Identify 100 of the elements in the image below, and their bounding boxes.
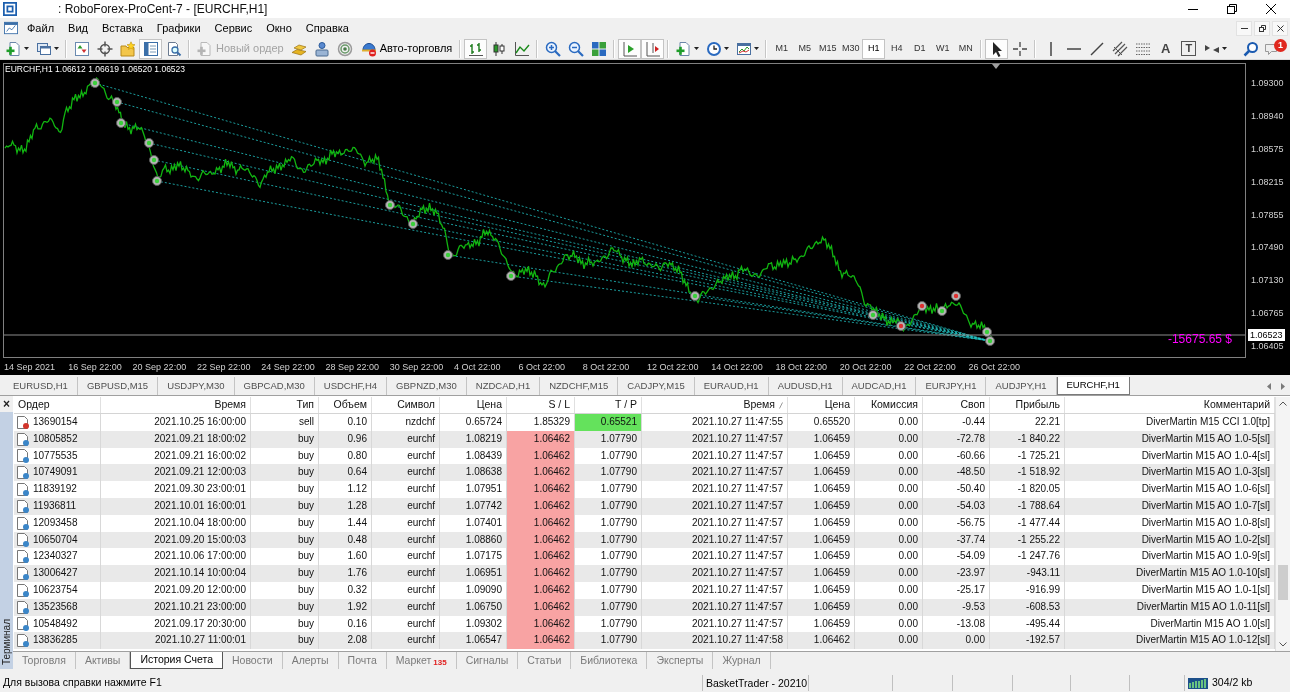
- table-cell-text: 10749091: [33, 465, 78, 480]
- chart-tab[interactable]: EURCHF,H1: [1056, 377, 1130, 395]
- column-header[interactable]: Цена: [788, 397, 855, 413]
- caret-down-icon[interactable]: [1279, 642, 1287, 647]
- time-axis-label: 22 Sep 22:00: [196, 362, 251, 373]
- price-axis-label: 1.06765: [1251, 308, 1284, 319]
- time-axis-label: 20 Oct 22:00: [839, 362, 892, 373]
- price-axis-label: 1.07855: [1251, 209, 1284, 220]
- timeframe-button[interactable]: D1: [908, 38, 932, 59]
- timeframe-button[interactable]: M5: [793, 38, 817, 59]
- table-cell-text: 11936811: [33, 499, 76, 513]
- stacked-windows-icon: [35, 40, 52, 57]
- table-cell: 2.08: [319, 632, 372, 650]
- menu-item[interactable]: Файл: [20, 18, 62, 38]
- table-cell: buy: [251, 514, 319, 532]
- chart-arrow-icon: [621, 40, 638, 57]
- table-cell: 1.06462: [507, 632, 575, 650]
- column-header[interactable]: Комиссия: [855, 397, 923, 413]
- column-header[interactable]: Символ: [372, 397, 440, 413]
- column-header[interactable]: Время: [101, 397, 251, 413]
- column-header[interactable]: Прибыль: [990, 397, 1065, 413]
- table-cell: 1.07790: [575, 598, 642, 616]
- tile-windows-icon: [590, 40, 607, 57]
- mdi-close-button[interactable]: [1272, 20, 1288, 36]
- menu-item[interactable]: Вставка: [94, 18, 150, 38]
- table-cell: 1.07790: [575, 430, 642, 448]
- table-cell-text: 13690154: [33, 415, 78, 429]
- timeframe-button[interactable]: M1: [770, 38, 794, 59]
- shift-marker-icon: [992, 64, 1000, 69]
- table-cell: 0.00: [855, 414, 923, 431]
- menu-item[interactable]: Окно: [259, 18, 299, 38]
- terminal-tab[interactable]: История Счета: [130, 652, 223, 669]
- table-cell: 1.28: [319, 498, 372, 515]
- text-tool-button[interactable]: A: [1154, 38, 1178, 59]
- timeframe-button[interactable]: MN: [954, 38, 978, 59]
- timeframe-button[interactable]: H1: [862, 38, 886, 59]
- table-cell: -916.99: [990, 581, 1065, 599]
- notifications-button[interactable]: 1: [1264, 38, 1287, 59]
- scroll-left-icon[interactable]: [1267, 382, 1271, 390]
- timeframe-button[interactable]: H4: [885, 38, 909, 59]
- close-button[interactable]: ×: [0, 396, 13, 412]
- table-cell: eurchf: [372, 581, 440, 599]
- time-axis-label: 18 Oct 22:00: [775, 362, 828, 373]
- table-cell: 2021.10.27 11:47:57: [642, 581, 788, 599]
- text-label-button[interactable]: T: [1181, 41, 1197, 56]
- menu-item[interactable]: Сервис: [207, 18, 260, 38]
- document-magnifier-icon: [165, 40, 182, 57]
- table-cell: -50.40: [923, 481, 990, 498]
- scroll-thumb[interactable]: [1278, 565, 1288, 600]
- menu-item[interactable]: Графики: [149, 18, 208, 38]
- table-cell-text: 10805852: [33, 431, 78, 446]
- column-header[interactable]: Время: [642, 397, 788, 413]
- toolbar-button[interactable]: [985, 38, 1009, 59]
- column-header[interactable]: Цена: [440, 397, 507, 413]
- table-cell: 2021.10.01 16:00:01: [101, 498, 251, 515]
- timeframe-button[interactable]: M30: [839, 38, 863, 59]
- window-icon: [4, 21, 18, 35]
- timeframe-button[interactable]: W1: [931, 38, 955, 59]
- price-axis-label: 1.08215: [1251, 176, 1284, 187]
- chart-shift-icon: [644, 40, 661, 57]
- table-cell: 0.00: [923, 632, 990, 650]
- table-cell: 2021.10.21 23:00:00: [101, 598, 251, 616]
- close-icon: [1265, 4, 1276, 14]
- time-axis-label: 20 Sep 22:00: [132, 362, 187, 373]
- column-header[interactable]: Объем: [319, 397, 372, 413]
- table-cell-text: 13006427: [33, 566, 78, 581]
- column-header[interactable]: T / P: [575, 397, 642, 413]
- column-header[interactable]: S / L: [507, 397, 575, 413]
- column-header[interactable]: Своп: [923, 397, 990, 413]
- table-cell-text: 10650704: [33, 532, 78, 547]
- current-price-label: 1.06523: [1248, 329, 1285, 341]
- scroll-right-icon[interactable]: [1281, 382, 1285, 390]
- table-cell-text: 12340327: [33, 549, 78, 564]
- document-plus-icon: [675, 40, 692, 57]
- mdi-minimize-button[interactable]: [1236, 20, 1252, 36]
- caret-up-icon[interactable]: [1279, 401, 1287, 406]
- table-cell: 0.00: [855, 598, 923, 616]
- table-cell: 0.00: [855, 498, 923, 515]
- table-cell: -72.78: [923, 430, 990, 448]
- toolbar-button[interactable]: [464, 38, 488, 59]
- menu-item[interactable]: Справка: [298, 18, 356, 38]
- close-icon: [1276, 24, 1284, 32]
- profit-label: -15675.65 $: [1167, 333, 1232, 345]
- table-cell: 1.07790: [575, 481, 642, 498]
- menu-item[interactable]: Вид: [61, 18, 95, 38]
- table-cell: 0.00: [855, 430, 923, 448]
- table-cell-text: 13836285: [33, 633, 78, 648]
- table-cell: buy: [251, 481, 319, 498]
- time-axis-label: 16 Sep 22:00: [68, 362, 122, 373]
- auto-trading-button[interactable]: Авто-торговля: [356, 38, 457, 59]
- mdi-restore-button[interactable]: [1254, 20, 1270, 36]
- panel-window-icon: [142, 40, 159, 57]
- price-axis-label: 1.07130: [1251, 275, 1284, 286]
- table-cell: -23.97: [923, 565, 990, 582]
- timeframe-button[interactable]: M15: [816, 38, 840, 59]
- column-header[interactable]: Тип: [251, 397, 319, 413]
- column-header[interactable]: Ордер: [14, 397, 101, 413]
- crosshair-icon: [1011, 40, 1028, 57]
- hat-stop-icon: [360, 40, 377, 57]
- table-cell: 0.00: [855, 565, 923, 582]
